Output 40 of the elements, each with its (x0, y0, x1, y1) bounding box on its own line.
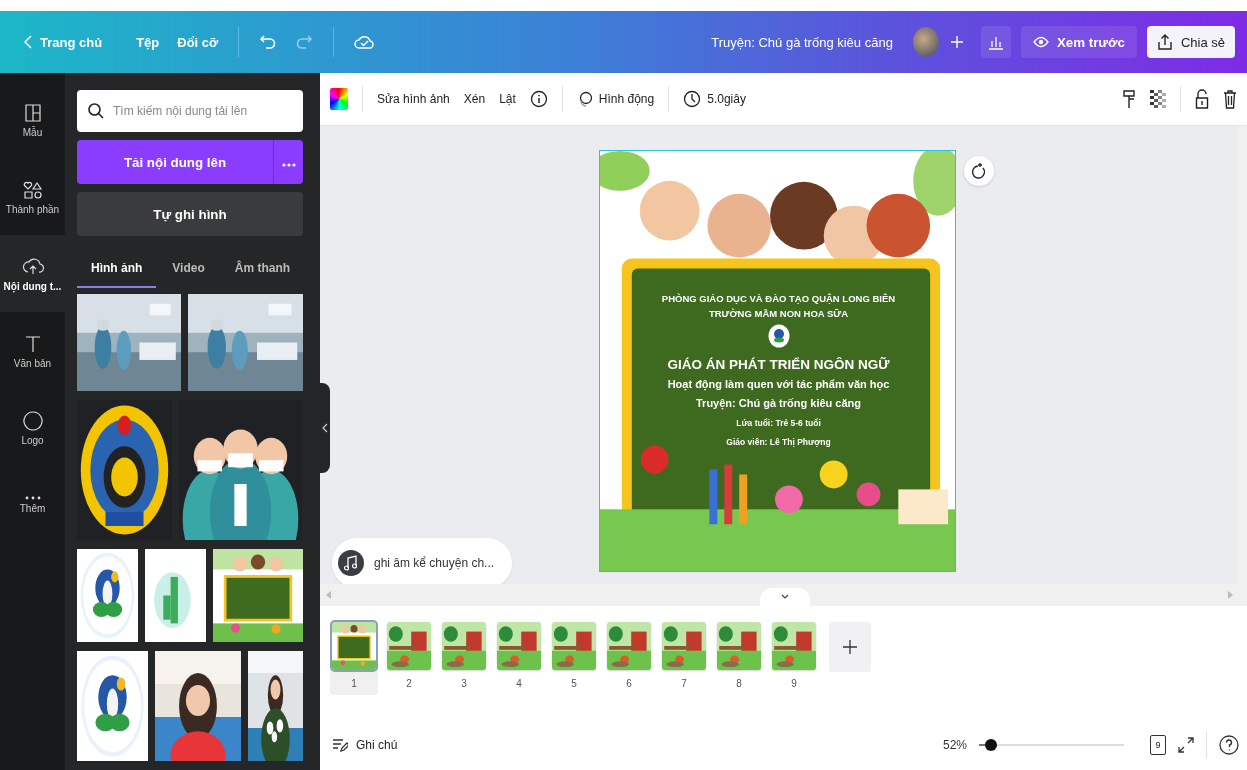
slide-heading: TRƯỜNG MẦM NON HOA SỮA (708, 307, 849, 321)
preview-button[interactable]: Xem trước (1020, 26, 1137, 58)
record-button[interactable]: Tự ghi hình (77, 192, 303, 236)
page-thumbnail[interactable]: 2 (385, 620, 433, 695)
animate-button[interactable]: Hình động (576, 91, 655, 107)
notes-button[interactable]: Ghi chú (332, 738, 398, 752)
page-thumbnail[interactable]: 4 (495, 620, 543, 695)
duration-button[interactable]: 5.0giây (683, 90, 746, 108)
slide-subtitle: Truyện: Chú gà trống kiêu căng (696, 396, 861, 412)
page-thumbnail[interactable]: 1 (330, 620, 378, 695)
slide-text: Giáo viên: Lê Thị Phượng (726, 436, 831, 449)
page-thumbnail[interactable]: 8 (715, 620, 763, 695)
toolbar-button[interactable]: Xén (463, 92, 486, 106)
search-field[interactable]: Tìm kiếm nội dung tải lên (77, 90, 303, 132)
upload-button[interactable]: Tải nội dung lên (77, 140, 273, 184)
page-thumbnail[interactable]: 7 (660, 620, 708, 695)
slide-text: Lứa tuổi: Trẻ 5-6 tuổi (736, 417, 821, 430)
media-tab[interactable]: Âm thanh (220, 250, 305, 288)
audio-label: ghi âm kể chuyện ch... (374, 556, 495, 570)
page-count-button[interactable]: 9 (1150, 735, 1166, 755)
sidebar-item[interactable]: Văn bản (0, 312, 65, 389)
media-tab[interactable]: Hình ảnh (77, 250, 157, 288)
toolbar-button[interactable]: Lật (499, 92, 516, 106)
slide-title: GIÁO ÁN PHÁT TRIỂN NGÔN NGỮ (667, 356, 890, 374)
zoom-level: 52% (942, 738, 967, 752)
sidebar-item[interactable]: Thêm (0, 466, 65, 543)
sidebar-item[interactable]: Nội dung t... (0, 235, 65, 312)
media-tab[interactable]: Video (158, 250, 219, 288)
sidebar-item[interactable]: Logo (0, 389, 65, 466)
sidebar-item[interactable]: Mẫu (0, 81, 65, 158)
page-thumbnail[interactable]: 3 (440, 620, 488, 695)
share-button[interactable]: Chia sẻ (1146, 26, 1235, 58)
page-thumbnail[interactable]: 5 (550, 620, 598, 695)
toolbar-button[interactable]: Sửa hình ảnh (377, 92, 450, 106)
document-title[interactable]: Truyện: Chú gà trống kiêu căng (711, 34, 893, 50)
page-thumbnail[interactable]: 6 (605, 620, 653, 695)
page-thumbnail[interactable]: 9 (770, 620, 818, 695)
sidebar-item[interactable]: Thành phần (0, 158, 65, 235)
slide-subtitle: Hoạt động làm quen với tác phẩm văn học (667, 377, 890, 393)
slide-heading: PHÒNG GIÁO DỤC VÀ ĐÀO TẠO QUẬN LONG BIÊN (661, 292, 896, 306)
